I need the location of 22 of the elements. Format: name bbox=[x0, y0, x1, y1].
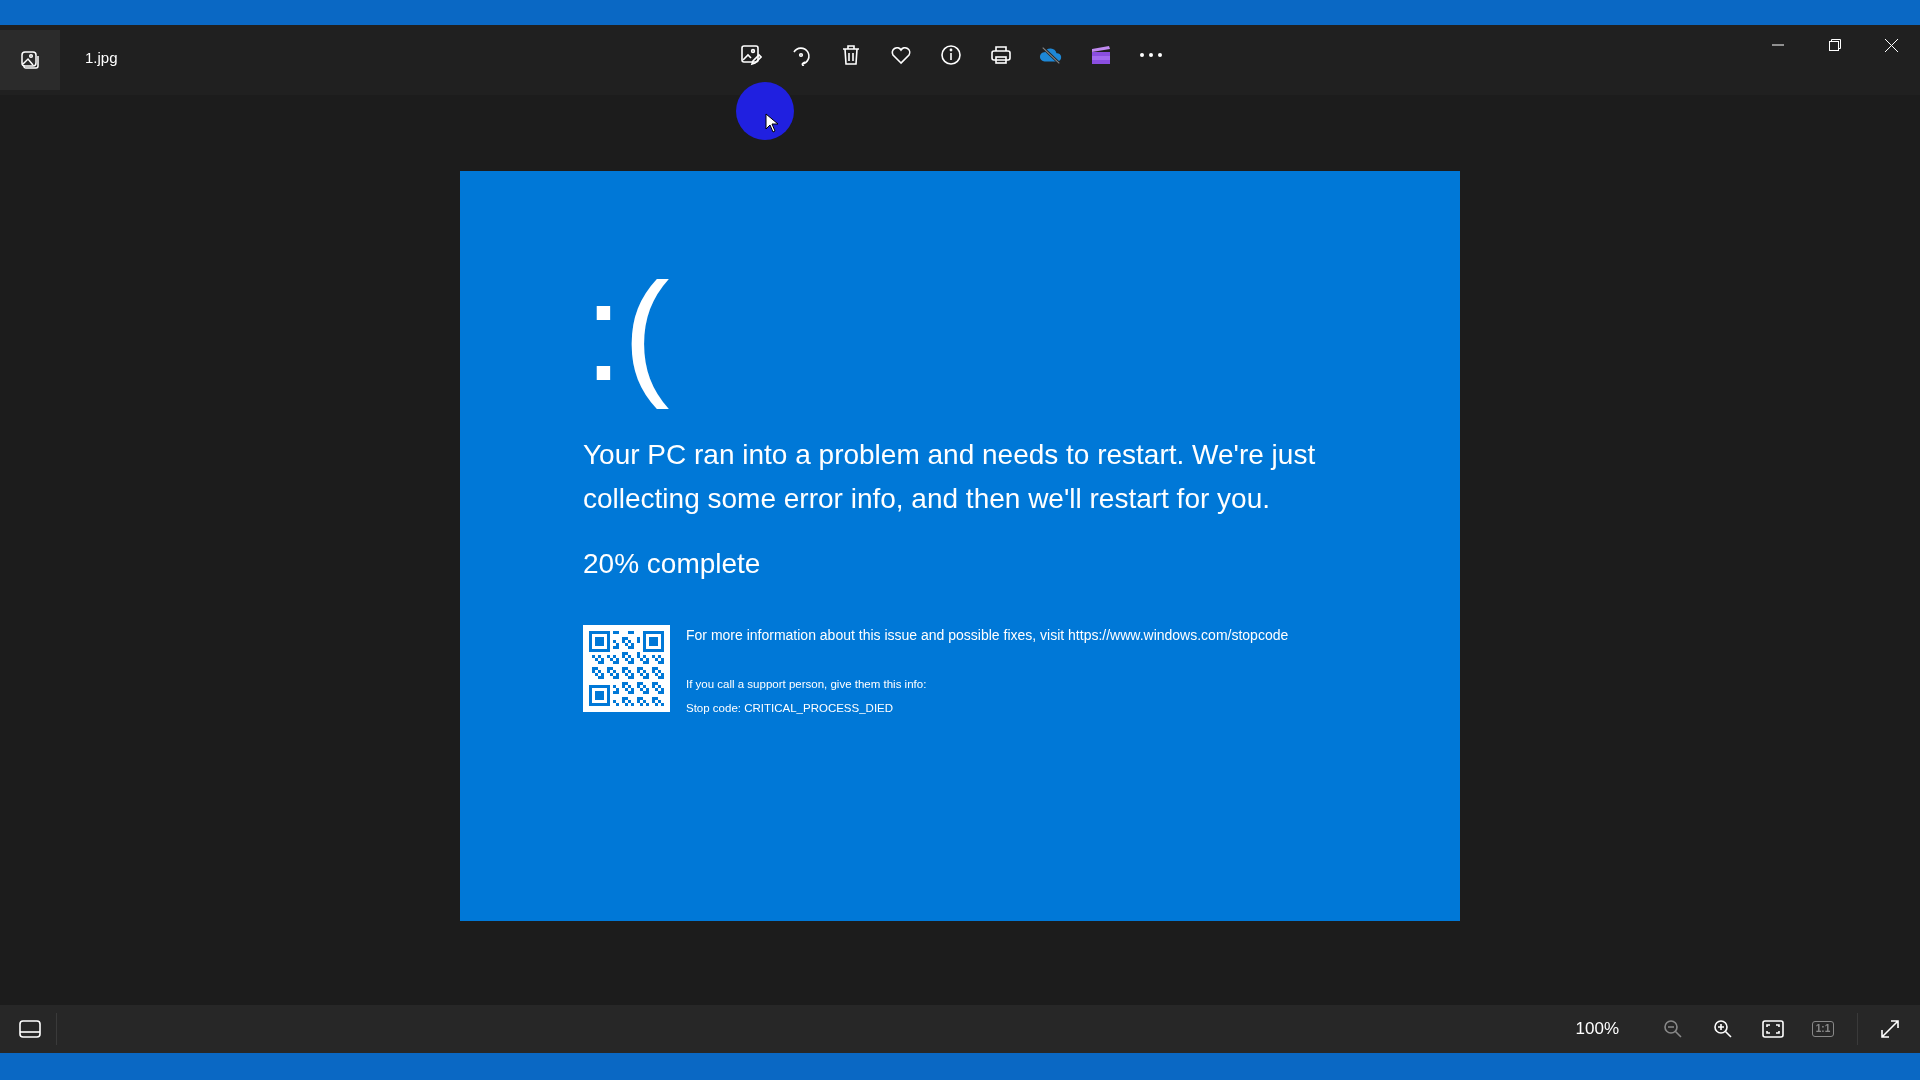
filmstrip-icon bbox=[19, 1020, 41, 1038]
zoom-out-icon bbox=[1663, 1019, 1683, 1039]
error-message: Your PC ran into a problem and needs to restart. We're just collecting some error info, and then we'll restart for you. bbox=[583, 438, 1317, 516]
zoom-level: 100% bbox=[1575, 1018, 1619, 1041]
image-edit-icon bbox=[740, 44, 762, 66]
close-icon bbox=[1885, 38, 1898, 52]
rotate-icon bbox=[790, 44, 812, 66]
progress-text: 20% complete bbox=[583, 547, 762, 581]
trash-icon bbox=[841, 44, 861, 66]
printer-icon bbox=[990, 44, 1012, 66]
info-icon bbox=[940, 44, 962, 66]
sad-face-text: :( bbox=[583, 252, 671, 412]
minimize-icon bbox=[1771, 44, 1784, 46]
stop-code: Stop code: CRITICAL_PROCESS_DIED bbox=[686, 701, 895, 717]
restore-icon bbox=[1828, 39, 1841, 51]
cursor-icon bbox=[765, 113, 779, 133]
expand-icon bbox=[1880, 1019, 1900, 1039]
zoom-in-icon bbox=[1713, 1019, 1733, 1039]
support-text: If you call a support person, give them this info: bbox=[686, 677, 928, 692]
info-text: For more information about this issue and possible fixes, visit https://www.windows.com/stopcode bbox=[686, 626, 1289, 645]
window-title: 1.jpg bbox=[85, 47, 118, 68]
frame-icon bbox=[1762, 1020, 1784, 1038]
